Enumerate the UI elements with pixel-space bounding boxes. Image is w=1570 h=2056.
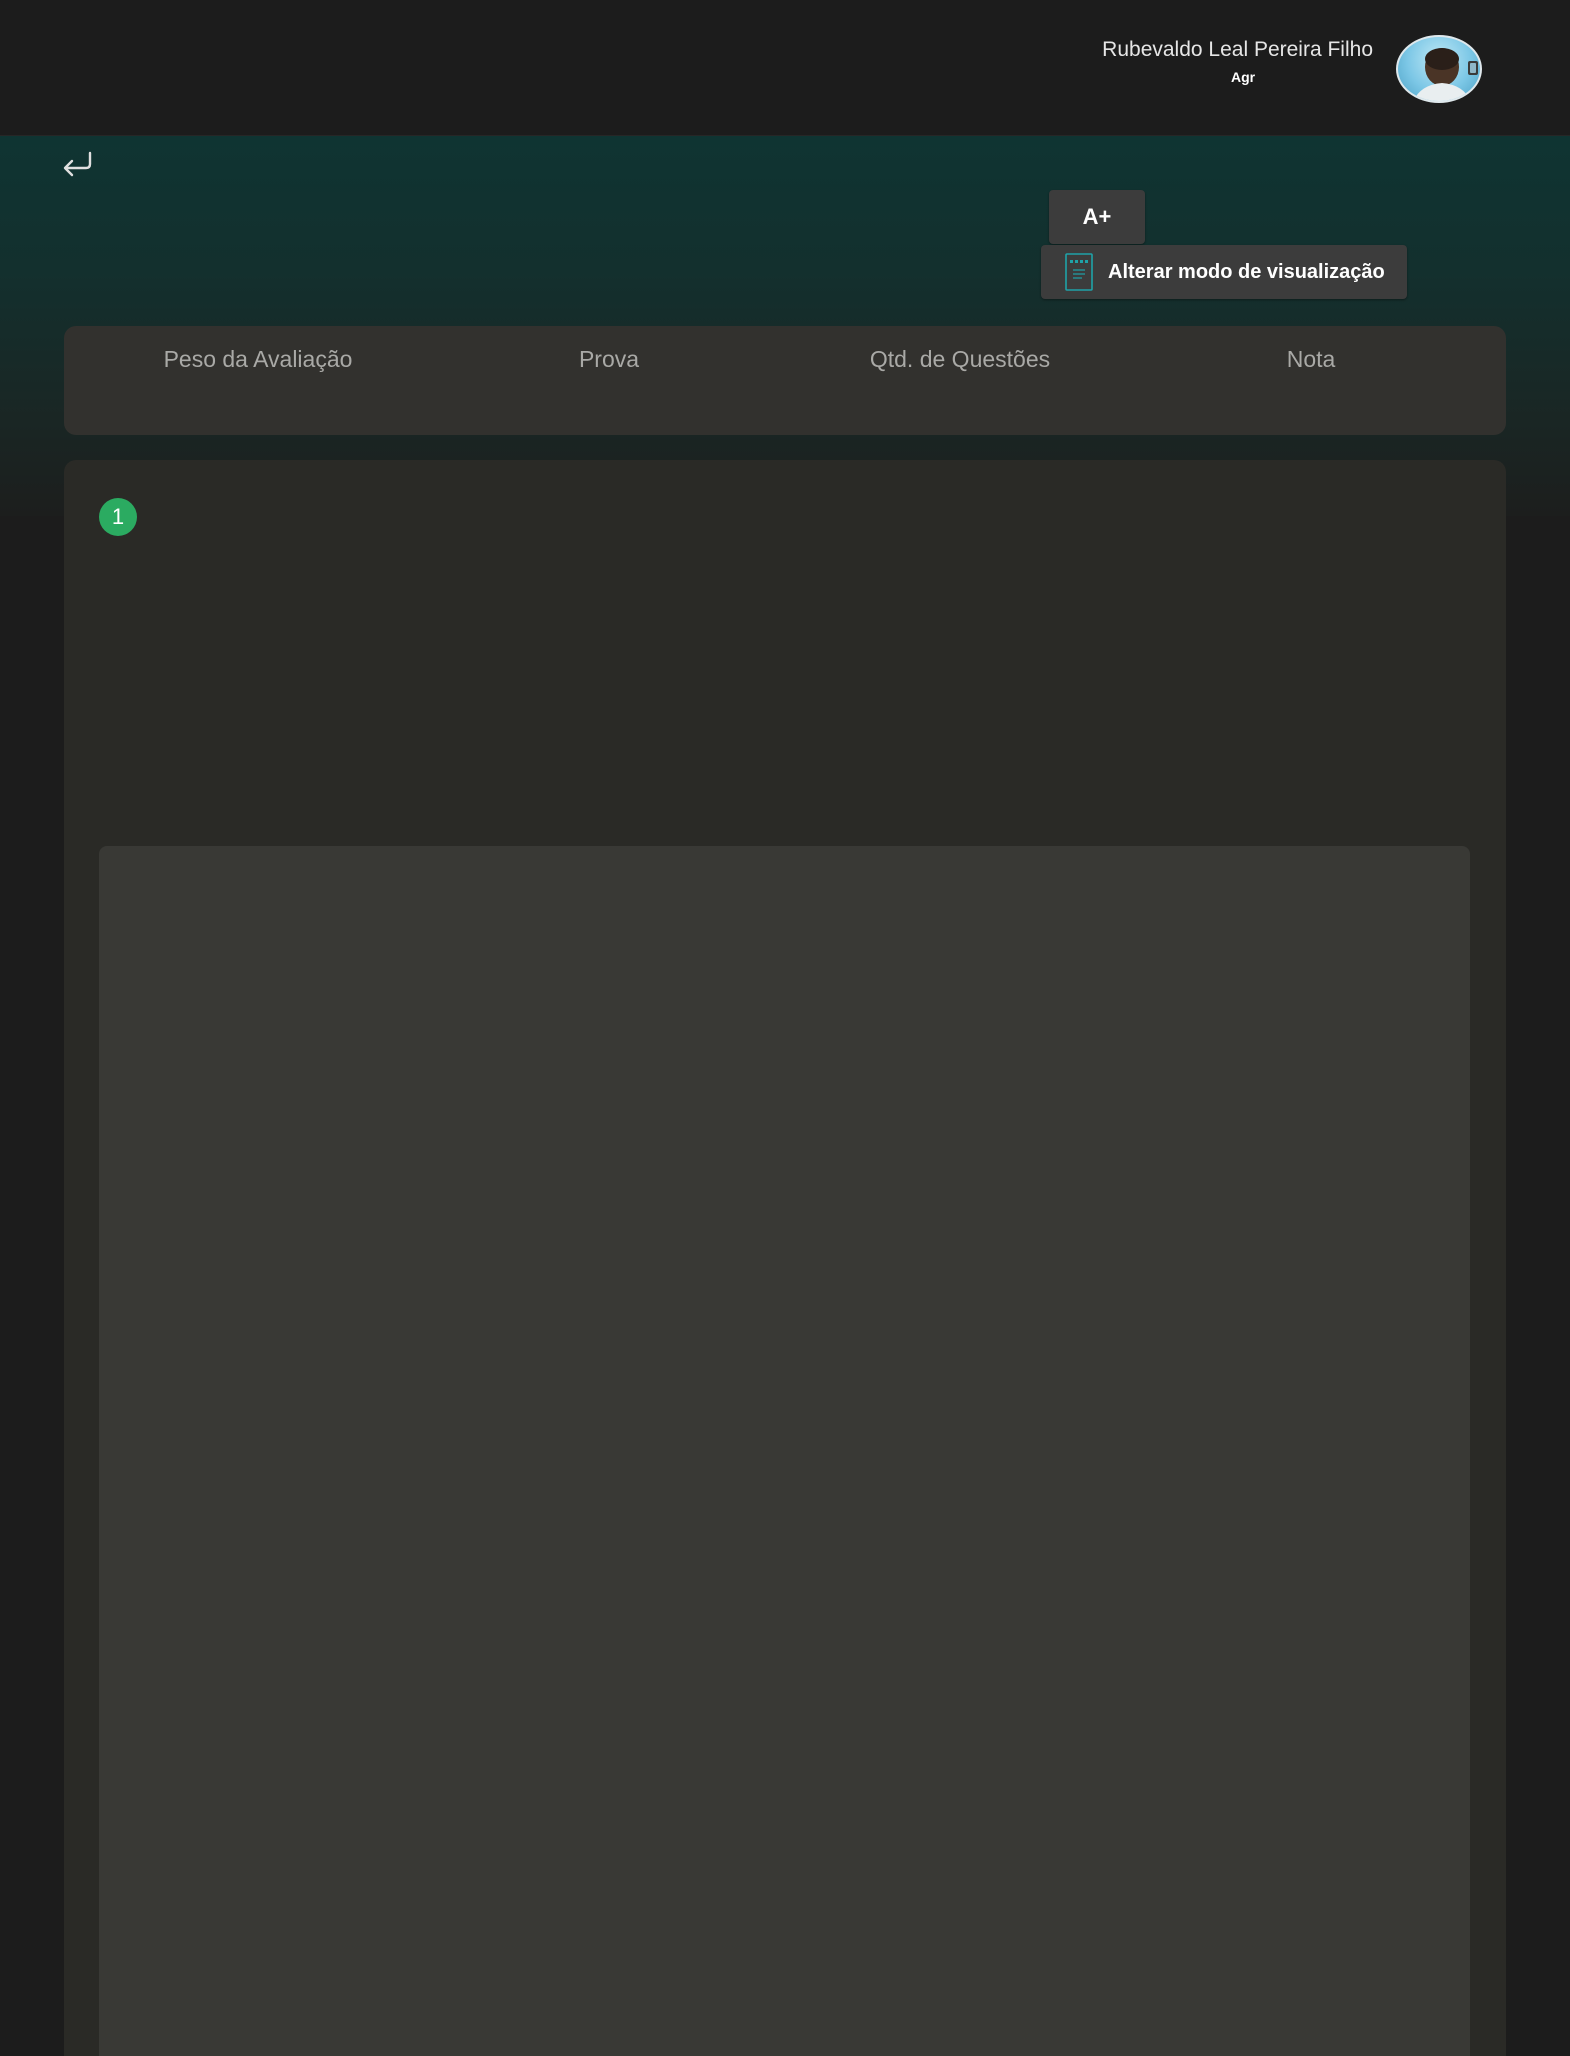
view-mode-label: Alterar modo de visualização — [1108, 260, 1385, 283]
change-view-mode-button[interactable]: Alterar modo de visualização — [1041, 245, 1407, 299]
avatar[interactable] — [1396, 35, 1482, 103]
column-weight: Peso da Avaliação — [163, 346, 353, 372]
column-exam: Prova — [578, 346, 640, 372]
return-arrow-icon — [63, 151, 92, 177]
question-number-badge: 1 — [99, 498, 137, 536]
user-name: Rubevaldo Leal Pereira Filho — [1102, 38, 1373, 61]
top-bar: Rubevaldo Leal Pereira Filho Agr — [0, 0, 1570, 136]
increase-font-button[interactable]: A+ — [1049, 190, 1145, 244]
question-content-area — [99, 846, 1470, 2056]
user-role: Agr — [1231, 69, 1256, 85]
question-card: 1 — [64, 460, 1506, 2056]
column-question-count: Qtd. de Questões — [869, 346, 1051, 372]
column-grade: Nota — [1286, 346, 1336, 372]
document-icon — [1065, 253, 1093, 291]
back-button[interactable] — [60, 148, 94, 178]
avatar-photo-icon — [1413, 48, 1478, 101]
evaluation-summary-header: Peso da Avaliação Prova Qtd. de Questões… — [64, 326, 1506, 435]
